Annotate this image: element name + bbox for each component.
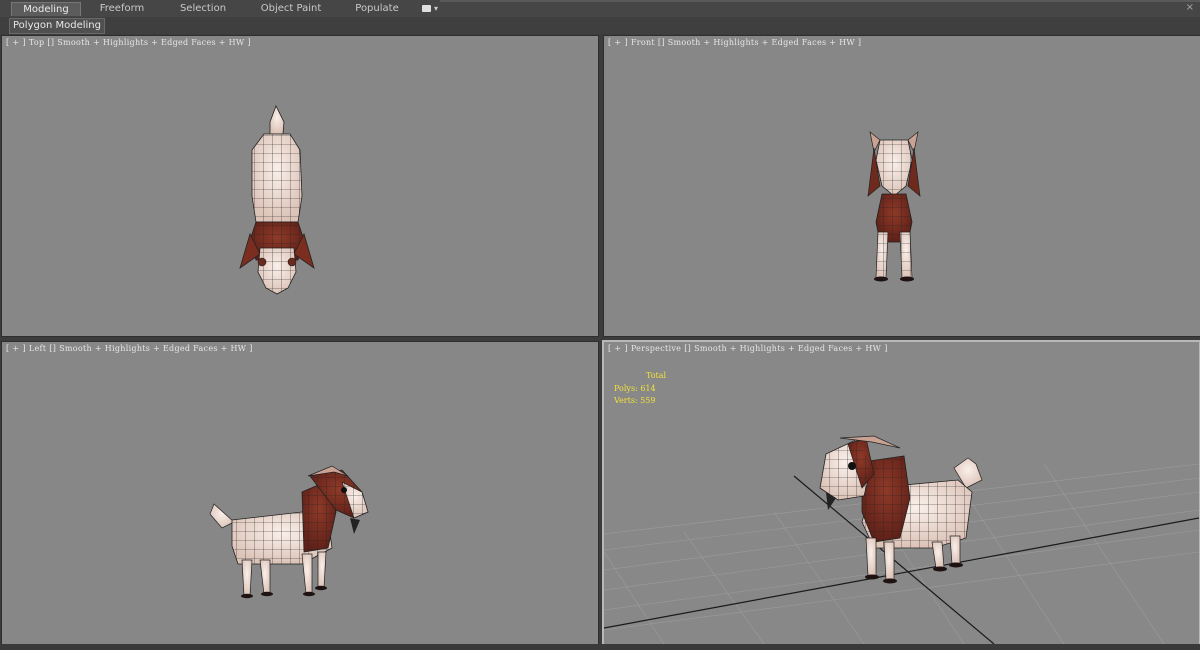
status-bar [0, 644, 1200, 650]
goat-top-view[interactable] [2, 36, 598, 336]
perspective-scene[interactable] [604, 342, 1199, 644]
close-icon[interactable]: × [1186, 2, 1194, 13]
tab-modeling[interactable]: Modeling [11, 2, 81, 16]
tab-selection[interactable]: Selection [168, 2, 238, 16]
tab-populate[interactable]: Populate [345, 2, 409, 16]
ribbon-bar: Modeling Freeform Selection Object Paint… [0, 0, 1200, 18]
viewport-perspective[interactable]: [+] Perspective[] Smooth + Highlights + Ed… [602, 340, 1200, 646]
tab-freeform[interactable]: Freeform [88, 2, 156, 16]
viewport-left[interactable]: [+] Left[] Smooth + Highlights + Edged Fac… [1, 341, 599, 645]
tab-object-paint[interactable]: Object Paint [255, 2, 327, 16]
chevron-down-icon: ▾ [434, 4, 439, 13]
viewport-top[interactable]: [+] Top[] Smooth + Highlights + Edged Face… [1, 35, 599, 337]
goat-left-view[interactable] [2, 342, 598, 644]
ribbon-divider [440, 0, 1200, 2]
ribbon-options-icon [422, 5, 431, 12]
ribbon-options-dropdown[interactable]: ▾ [422, 4, 442, 14]
tab-polygon-modeling[interactable]: Polygon Modeling [9, 18, 105, 34]
viewport-front[interactable]: [+] Front[] Smooth + Highlights + Edged Fa… [603, 35, 1200, 337]
ribbon-panel-bar: Polygon Modeling [0, 17, 1200, 34]
goat-front-view[interactable] [604, 36, 1200, 336]
